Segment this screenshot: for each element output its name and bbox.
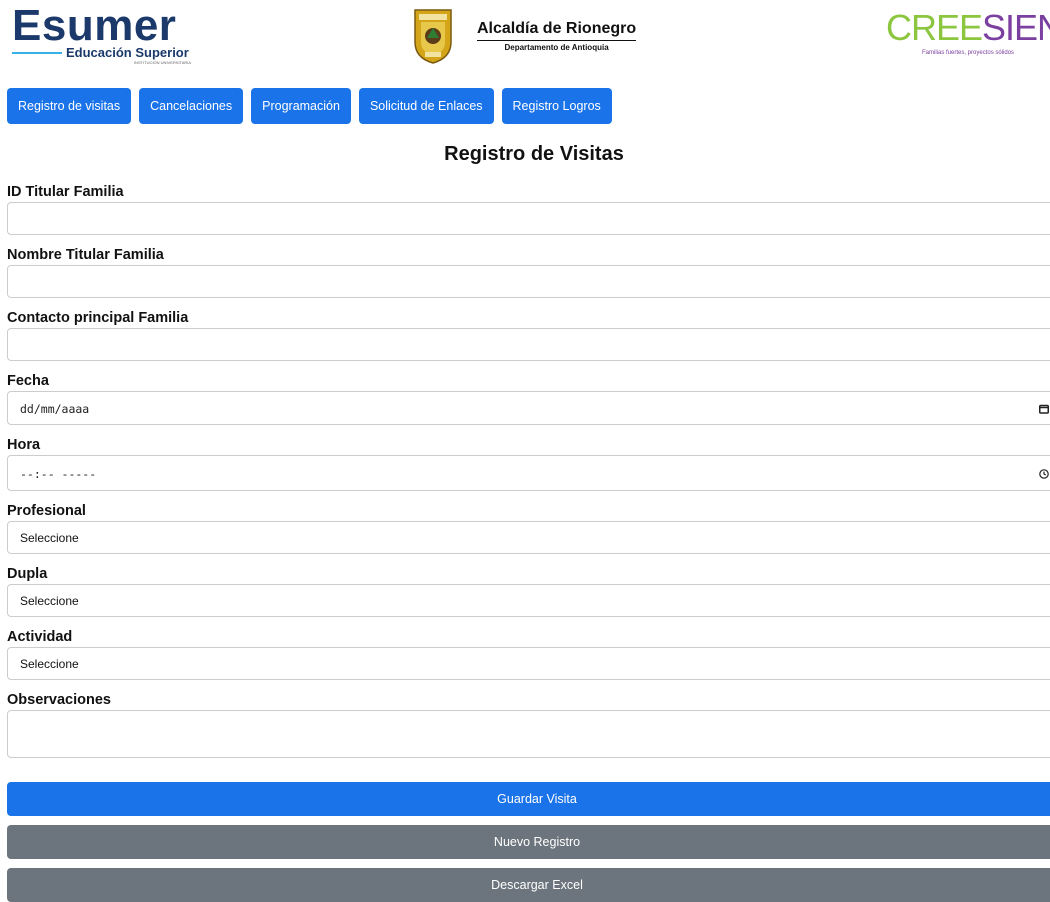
cree-part1: CREE (886, 7, 983, 48)
actividad-select[interactable]: Seleccione (7, 647, 1050, 680)
dupla-label: Dupla (7, 566, 48, 582)
calendar-icon[interactable] (1039, 392, 1049, 426)
observaciones-textarea[interactable] (7, 710, 1050, 758)
creesiendo-logo: CREESIEND Familias fuertes, proyectos só… (886, 6, 1050, 66)
hora-label: Hora (7, 437, 41, 453)
nav-cancelaciones-button[interactable]: Cancelaciones (139, 88, 244, 124)
clock-icon[interactable] (1039, 456, 1049, 492)
cree-part2: SIEND (982, 7, 1050, 48)
guardar-visita-button[interactable]: Guardar Visita (7, 782, 1050, 816)
actividad-label: Actividad (7, 629, 73, 645)
rionegro-logo: Alcaldía de Rionegro Departamento de Ant… (413, 6, 637, 66)
id-input[interactable] (7, 202, 1050, 235)
nav-programacion-button[interactable]: Programación (251, 88, 351, 124)
fecha-value: dd/mm/aaaa (20, 402, 90, 416)
page-title: Registro de Visitas (444, 143, 624, 165)
observaciones-label: Observaciones (7, 692, 111, 708)
nav-solicitud-enlaces-button[interactable]: Solicitud de Enlaces (358, 88, 494, 124)
nombre-label: Nombre Titular Familia (7, 247, 164, 263)
header: Esumer Educación Superior INSTITUCIÓN UN… (0, 0, 1050, 80)
esumer-tiny-text: INSTITUCIÓN UNIVERSITARIA (134, 60, 192, 65)
nuevo-registro-button[interactable]: Nuevo Registro (7, 825, 1050, 859)
dupla-select[interactable]: Seleccione (7, 584, 1050, 617)
nav-bar: Registro de visitas Cancelaciones Progra… (7, 88, 612, 124)
visit-form: ID Titular Familia Nombre Titular Famili… (7, 182, 1050, 758)
fecha-input[interactable]: dd/mm/aaaa (7, 391, 1050, 425)
esumer-name: Esumer (12, 1, 177, 50)
esumer-subtitle: Educación Superior (66, 45, 189, 60)
contacto-input[interactable] (7, 328, 1050, 361)
nombre-input[interactable] (7, 265, 1050, 298)
hora-input[interactable]: --:-- ----- (7, 455, 1050, 491)
nav-registro-logros-button[interactable]: Registro Logros (501, 88, 612, 124)
profesional-select[interactable]: Seleccione (7, 521, 1050, 554)
rionegro-title: Alcaldía de Rionegro (477, 20, 637, 41)
actividad-value: Seleccione (20, 657, 79, 671)
cree-tagline: Familias fuertes, proyectos sólidos (922, 50, 1015, 56)
dupla-value: Seleccione (20, 594, 79, 608)
id-label: ID Titular Familia (7, 184, 124, 200)
descargar-excel-button[interactable]: Descargar Excel (7, 868, 1050, 902)
profesional-label: Profesional (7, 503, 86, 519)
nav-registro-visitas-button[interactable]: Registro de visitas (7, 88, 132, 124)
coat-of-arms-icon (414, 9, 452, 64)
esumer-line (12, 51, 62, 54)
contacto-label: Contacto principal Familia (7, 310, 189, 326)
profesional-value: Seleccione (20, 531, 79, 545)
hora-value: --:-- ----- (20, 467, 97, 481)
fecha-label: Fecha (7, 373, 49, 389)
esumer-logo: Esumer Educación Superior INSTITUCIÓN UN… (12, 4, 192, 68)
rionegro-subtitle: Departamento de Antioquia (504, 43, 609, 52)
